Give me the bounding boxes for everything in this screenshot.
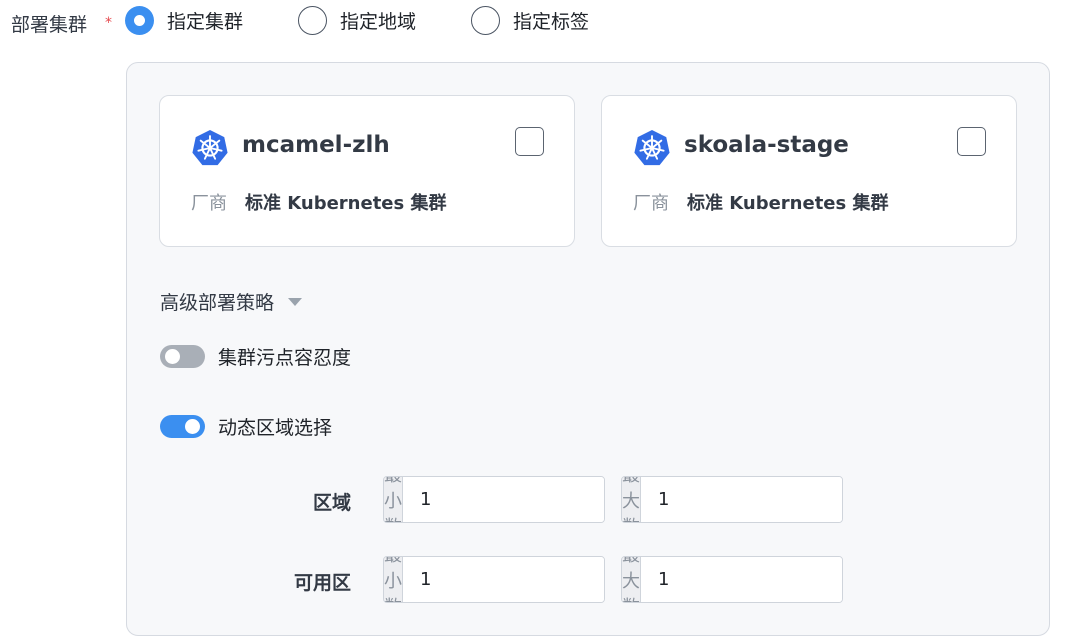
cluster-checkbox[interactable] — [515, 127, 544, 156]
min-prefix: 最小数 — [384, 557, 403, 602]
required-mark: * — [105, 15, 112, 31]
dynamic-zone-row: 动态区域选择 — [160, 413, 332, 440]
min-prefix: 最小数 — [384, 477, 403, 522]
radio-circle[interactable] — [298, 6, 327, 35]
deploy-cluster-label: 部署集群 — [11, 14, 88, 36]
cluster-panel: mcamel-zlh 厂商 标准 Kubernetes 集群 skoala-st… — [126, 62, 1050, 636]
vendor-label: 厂商 — [633, 193, 669, 214]
cluster-name: skoala-stage — [684, 132, 849, 158]
zone-max-input[interactable] — [641, 557, 842, 602]
vendor-value: 标准 Kubernetes 集群 — [687, 193, 889, 214]
max-prefix: 最大数 — [622, 477, 641, 522]
zone-max-field: 最大数 — [621, 556, 843, 603]
taint-toleration-row: 集群污点容忍度 — [160, 343, 351, 370]
region-min-field: 最小数 — [383, 476, 605, 523]
radio-specify-cluster[interactable]: 指定集群 — [125, 6, 243, 35]
cluster-card[interactable]: mcamel-zlh 厂商 标准 Kubernetes 集群 — [159, 95, 575, 247]
radio-label: 指定标签 — [513, 11, 590, 33]
region-label: 区域 — [312, 492, 351, 514]
advanced-strategy-label: 高级部署策略 — [160, 292, 275, 314]
radio-specify-region[interactable]: 指定地域 — [298, 6, 416, 35]
switch-knob — [185, 419, 200, 434]
taint-toleration-label: 集群污点容忍度 — [218, 347, 352, 369]
cluster-card[interactable]: skoala-stage 厂商 标准 Kubernetes 集群 — [601, 95, 1017, 247]
radio-label: 指定地域 — [340, 11, 417, 33]
vendor-label: 厂商 — [191, 193, 227, 214]
caret-down-icon[interactable] — [288, 297, 303, 306]
max-prefix: 最大数 — [622, 557, 641, 602]
dynamic-zone-label: 动态区域选择 — [218, 417, 333, 439]
switch-knob — [165, 349, 180, 364]
radio-circle[interactable] — [125, 6, 154, 35]
zone-min-input[interactable] — [403, 557, 604, 602]
kubernetes-icon — [192, 129, 228, 166]
region-max-input[interactable] — [641, 477, 842, 522]
kubernetes-icon — [634, 129, 670, 166]
advanced-strategy-toggle[interactable]: 高级部署策略 — [160, 288, 303, 315]
availability-zone-label: 可用区 — [293, 572, 351, 594]
region-min-input[interactable] — [403, 477, 604, 522]
region-max-field: 最大数 — [621, 476, 843, 523]
zone-min-field: 最小数 — [383, 556, 605, 603]
vendor-value: 标准 Kubernetes 集群 — [245, 193, 447, 214]
taint-toleration-switch[interactable] — [160, 345, 205, 368]
dynamic-zone-switch[interactable] — [160, 415, 205, 438]
cluster-name: mcamel-zlh — [242, 132, 390, 158]
radio-label: 指定集群 — [167, 11, 244, 33]
radio-specify-tag[interactable]: 指定标签 — [471, 6, 589, 35]
cluster-checkbox[interactable] — [957, 127, 986, 156]
radio-circle[interactable] — [471, 6, 500, 35]
